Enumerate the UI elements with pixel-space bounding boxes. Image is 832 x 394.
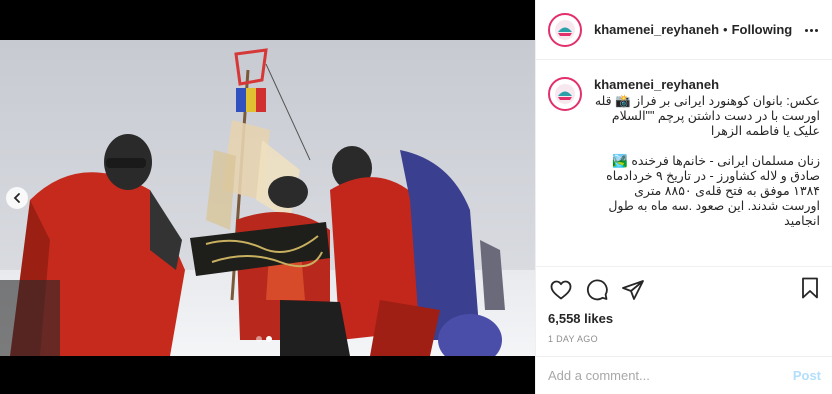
comment-input[interactable]: [548, 368, 793, 383]
caption-paragraph-2: زنان مسلمان ایرانی - خانم‌ها فرخنده 🏞️ ص…: [606, 154, 820, 228]
comment-button[interactable]: [584, 277, 610, 303]
caption-comment: khamenei_reyhaneh عکس: بانوان کوهنورد ای…: [548, 77, 821, 244]
profile-logo-icon: [555, 19, 575, 40]
caption-paragraph-1: عکس: بانوان کوهنورد ایرانی بر فراز 📸 قله…: [594, 94, 820, 138]
post-photo: [0, 40, 535, 356]
avatar[interactable]: [548, 77, 582, 111]
avatar[interactable]: [548, 12, 582, 47]
share-icon: [622, 280, 644, 300]
chevron-left-icon: [13, 193, 20, 203]
save-button[interactable]: [797, 275, 823, 301]
following-button[interactable]: Following: [732, 22, 793, 37]
post-header: khamenei_reyhaneh • Following: [536, 0, 832, 60]
caption-body: khamenei_reyhaneh عکس: بانوان کوهنورد ای…: [594, 77, 820, 244]
caption-username[interactable]: khamenei_reyhaneh: [594, 77, 820, 92]
comment-icon: [586, 279, 608, 301]
carousel-dot-active: [266, 336, 272, 342]
share-button[interactable]: [620, 277, 646, 303]
carousel-prev-button[interactable]: [6, 187, 28, 209]
profile-logo-icon: [555, 84, 575, 104]
post-timestamp[interactable]: 1 DAY AGO: [548, 334, 821, 344]
avatar-image: [552, 81, 578, 107]
post-media-area: [0, 0, 535, 394]
instagram-post-window: khamenei_reyhaneh • Following khamenei_r…: [0, 0, 832, 394]
bookmark-icon: [802, 277, 818, 299]
header-separator: •: [723, 22, 728, 37]
more-options-button[interactable]: [801, 20, 821, 40]
caption-text: عکس: بانوان کوهنورد ایرانی بر فراز 📸 قله…: [594, 94, 820, 229]
carousel-indicator: [256, 336, 272, 342]
post-actions: 6,558 likes 1 DAY AGO: [536, 266, 832, 354]
more-icon-dot: [809, 28, 813, 32]
add-comment-bar: Post: [536, 356, 832, 394]
post-author-username[interactable]: khamenei_reyhaneh: [594, 22, 719, 37]
carousel-dot: [256, 336, 262, 342]
comments-area: khamenei_reyhaneh عکس: بانوان کوهنورد ای…: [536, 61, 832, 266]
heart-icon: [550, 280, 572, 300]
action-icons: [548, 275, 821, 305]
more-icon-dot: [814, 28, 818, 32]
post-side-panel: khamenei_reyhaneh • Following khamenei_r…: [535, 0, 832, 394]
more-icon: [804, 28, 808, 32]
likes-count[interactable]: 6,558 likes: [548, 311, 821, 326]
post-comment-button[interactable]: Post: [793, 368, 821, 383]
like-button[interactable]: [548, 277, 574, 303]
avatar-image: [552, 16, 578, 43]
